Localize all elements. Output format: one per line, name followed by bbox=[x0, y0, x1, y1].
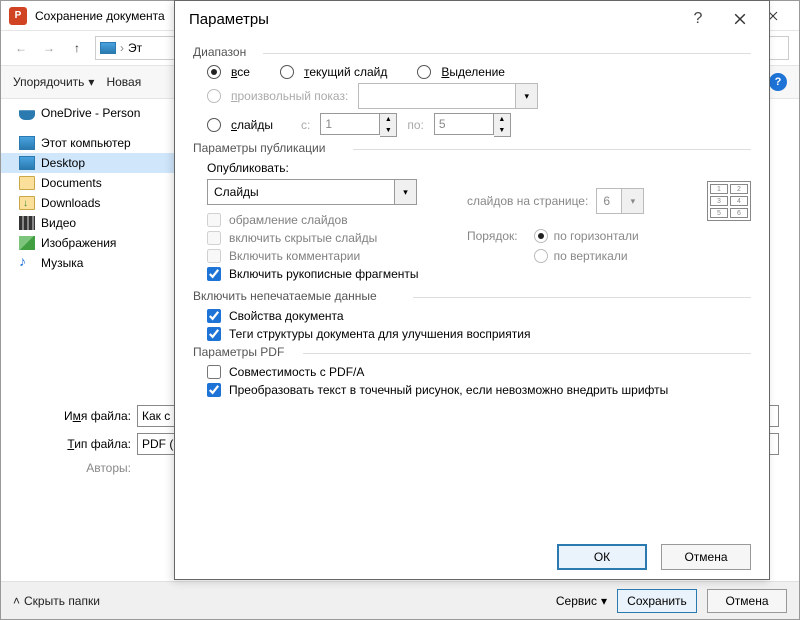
spin-down-icon[interactable]: ▼ bbox=[380, 125, 396, 136]
from-stepper[interactable]: ▲▼ bbox=[320, 113, 397, 137]
outer-footer: ˄ Скрыть папки Сервис ▾ Сохранить Отмена bbox=[1, 581, 799, 619]
filetype-label: Тип файла: bbox=[61, 437, 131, 451]
publish-select[interactable]: Слайды▾ bbox=[207, 179, 417, 205]
pc-icon bbox=[19, 136, 35, 150]
tree-video[interactable]: Видео bbox=[1, 213, 181, 233]
save-button[interactable]: Сохранить bbox=[617, 589, 697, 613]
up-icon[interactable]: ↑ bbox=[67, 38, 87, 58]
ink-checkbox[interactable] bbox=[207, 267, 221, 281]
to-stepper[interactable]: ▲▼ bbox=[434, 113, 511, 137]
tools-button[interactable]: Сервис ▾ bbox=[556, 594, 607, 608]
custom-show-select: ▾ bbox=[358, 83, 538, 109]
layout-preview-icon: 123456 bbox=[707, 181, 751, 221]
cancel-button[interactable]: Отмена bbox=[707, 589, 787, 613]
hidden-slides-checkbox bbox=[207, 231, 221, 245]
range-current-label: текущий слайд bbox=[304, 65, 387, 79]
tree-images[interactable]: Изображения bbox=[1, 233, 181, 253]
range-selection-radio[interactable] bbox=[417, 65, 431, 79]
forward-icon: → bbox=[39, 38, 59, 58]
comments-label: Включить комментарии bbox=[229, 249, 360, 263]
new-folder-button[interactable]: Новая bbox=[106, 75, 141, 89]
inner-titlebar: Параметры ? bbox=[175, 1, 769, 37]
spin-up-icon[interactable]: ▲ bbox=[494, 114, 510, 125]
spin-up-icon[interactable]: ▲ bbox=[380, 114, 396, 125]
images-icon bbox=[19, 236, 35, 250]
powerpoint-icon: P bbox=[9, 7, 27, 25]
structure-tags-checkbox[interactable] bbox=[207, 327, 221, 341]
close-icon[interactable] bbox=[719, 1, 761, 37]
order-vertical-radio bbox=[534, 249, 548, 263]
organize-button[interactable]: Упорядочить ▾ bbox=[13, 75, 94, 89]
range-custom-label: произвольный показ: bbox=[231, 89, 348, 103]
tree-documents[interactable]: Documents bbox=[1, 173, 181, 193]
chevron-up-icon: ˄ bbox=[13, 594, 20, 608]
help-icon[interactable]: ? bbox=[769, 73, 787, 91]
perpage-label: слайдов на странице: bbox=[467, 194, 588, 208]
range-all-radio[interactable] bbox=[207, 65, 221, 79]
desktop-icon bbox=[19, 156, 35, 170]
publish-label: Опубликовать: bbox=[207, 161, 437, 175]
cancel-button[interactable]: Отмена bbox=[661, 544, 751, 570]
back-icon[interactable]: ← bbox=[11, 38, 31, 58]
comments-checkbox bbox=[207, 249, 221, 263]
order-horizontal-radio bbox=[534, 229, 548, 243]
to-label: по: bbox=[407, 118, 424, 132]
inner-title: Параметры bbox=[189, 11, 677, 28]
pdfa-checkbox[interactable] bbox=[207, 365, 221, 379]
tree-this-pc[interactable]: Этот компьютер bbox=[1, 133, 181, 153]
range-current-radio[interactable] bbox=[280, 65, 294, 79]
crumb-text: Эт bbox=[128, 41, 142, 55]
music-icon bbox=[19, 256, 35, 270]
bitmap-text-checkbox[interactable] bbox=[207, 383, 221, 397]
inner-footer: ОК Отмена bbox=[175, 535, 769, 579]
chevron-down-icon: ▾ bbox=[88, 75, 94, 89]
range-selection-label: Выделение bbox=[441, 65, 505, 79]
authors-label: Авторы: bbox=[61, 461, 131, 475]
help-icon[interactable]: ? bbox=[677, 1, 719, 37]
structure-tags-label: Теги структуры документа для улучшения в… bbox=[229, 327, 530, 341]
chevron-down-icon: ▾ bbox=[601, 594, 607, 608]
chevron-right-icon: › bbox=[120, 41, 124, 55]
doc-props-label: Свойства документа bbox=[229, 309, 344, 323]
tree-onedrive[interactable]: OneDrive - Person bbox=[1, 103, 181, 123]
downloads-icon bbox=[19, 196, 35, 210]
range-group-label: Диапазон bbox=[193, 45, 751, 59]
perpage-select: 6▾ bbox=[596, 188, 644, 214]
hide-folders-link[interactable]: ˄ Скрыть папки bbox=[13, 594, 100, 608]
hidden-slides-label: включить скрытые слайды bbox=[229, 231, 377, 245]
disk-icon bbox=[100, 42, 116, 54]
chevron-down-icon: ▾ bbox=[515, 84, 537, 108]
options-dialog: Параметры ? Диапазон все текущий слайд В… bbox=[174, 0, 770, 580]
frame-slides-label: обрамление слайдов bbox=[229, 213, 348, 227]
tree-desktop[interactable]: Desktop bbox=[1, 153, 181, 173]
video-icon bbox=[19, 216, 35, 230]
chevron-down-icon: ▾ bbox=[394, 180, 416, 204]
nonprint-group-label: Включить непечатаемые данные bbox=[193, 289, 751, 303]
tree-downloads[interactable]: Downloads bbox=[1, 193, 181, 213]
range-slides-radio[interactable] bbox=[207, 118, 221, 132]
tree-music[interactable]: Музыка bbox=[1, 253, 181, 273]
range-custom-radio bbox=[207, 89, 221, 103]
folder-icon bbox=[19, 176, 35, 190]
range-slides-label: слайды bbox=[231, 118, 273, 132]
from-label: с: bbox=[301, 118, 310, 132]
order-label: Порядок: bbox=[467, 229, 518, 263]
ink-label: Включить рукописные фрагменты bbox=[229, 267, 419, 281]
pdf-group-label: Параметры PDF bbox=[193, 345, 751, 359]
bitmap-text-label: Преобразовать текст в точечный рисунок, … bbox=[229, 383, 668, 397]
ok-button[interactable]: ОК bbox=[557, 544, 647, 570]
range-all-label: все bbox=[231, 65, 250, 79]
publish-group-label: Параметры публикации bbox=[193, 141, 751, 155]
folder-tree: OneDrive - Person Этот компьютер Desktop… bbox=[1, 99, 181, 399]
doc-props-checkbox[interactable] bbox=[207, 309, 221, 323]
pdfa-label: Совместимость с PDF/A bbox=[229, 365, 364, 379]
frame-slides-checkbox bbox=[207, 213, 221, 227]
filename-label: Имя файла: bbox=[61, 409, 131, 423]
cloud-icon bbox=[19, 106, 35, 120]
chevron-down-icon: ▾ bbox=[621, 189, 643, 213]
spin-down-icon[interactable]: ▼ bbox=[494, 125, 510, 136]
